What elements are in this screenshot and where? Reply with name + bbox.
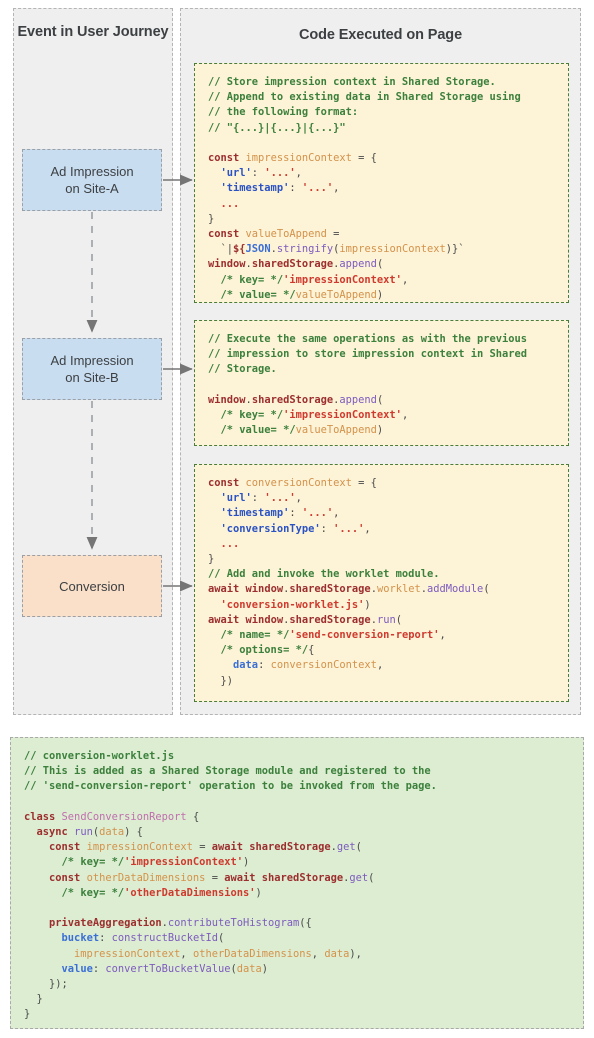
- code-block-conversion-worklet[interactable]: // conversion-worklet.js // This is adde…: [10, 737, 584, 1029]
- diagram-top-area: Event in User Journey Code Executed on P…: [0, 0, 594, 722]
- code-block-conversion[interactable]: const conversionContext = { 'url': '...'…: [194, 464, 569, 702]
- code-block-impression-site-a[interactable]: // Store impression context in Shared St…: [194, 63, 569, 303]
- code-block-impression-site-b[interactable]: // Execute the same operations as with t…: [194, 320, 569, 446]
